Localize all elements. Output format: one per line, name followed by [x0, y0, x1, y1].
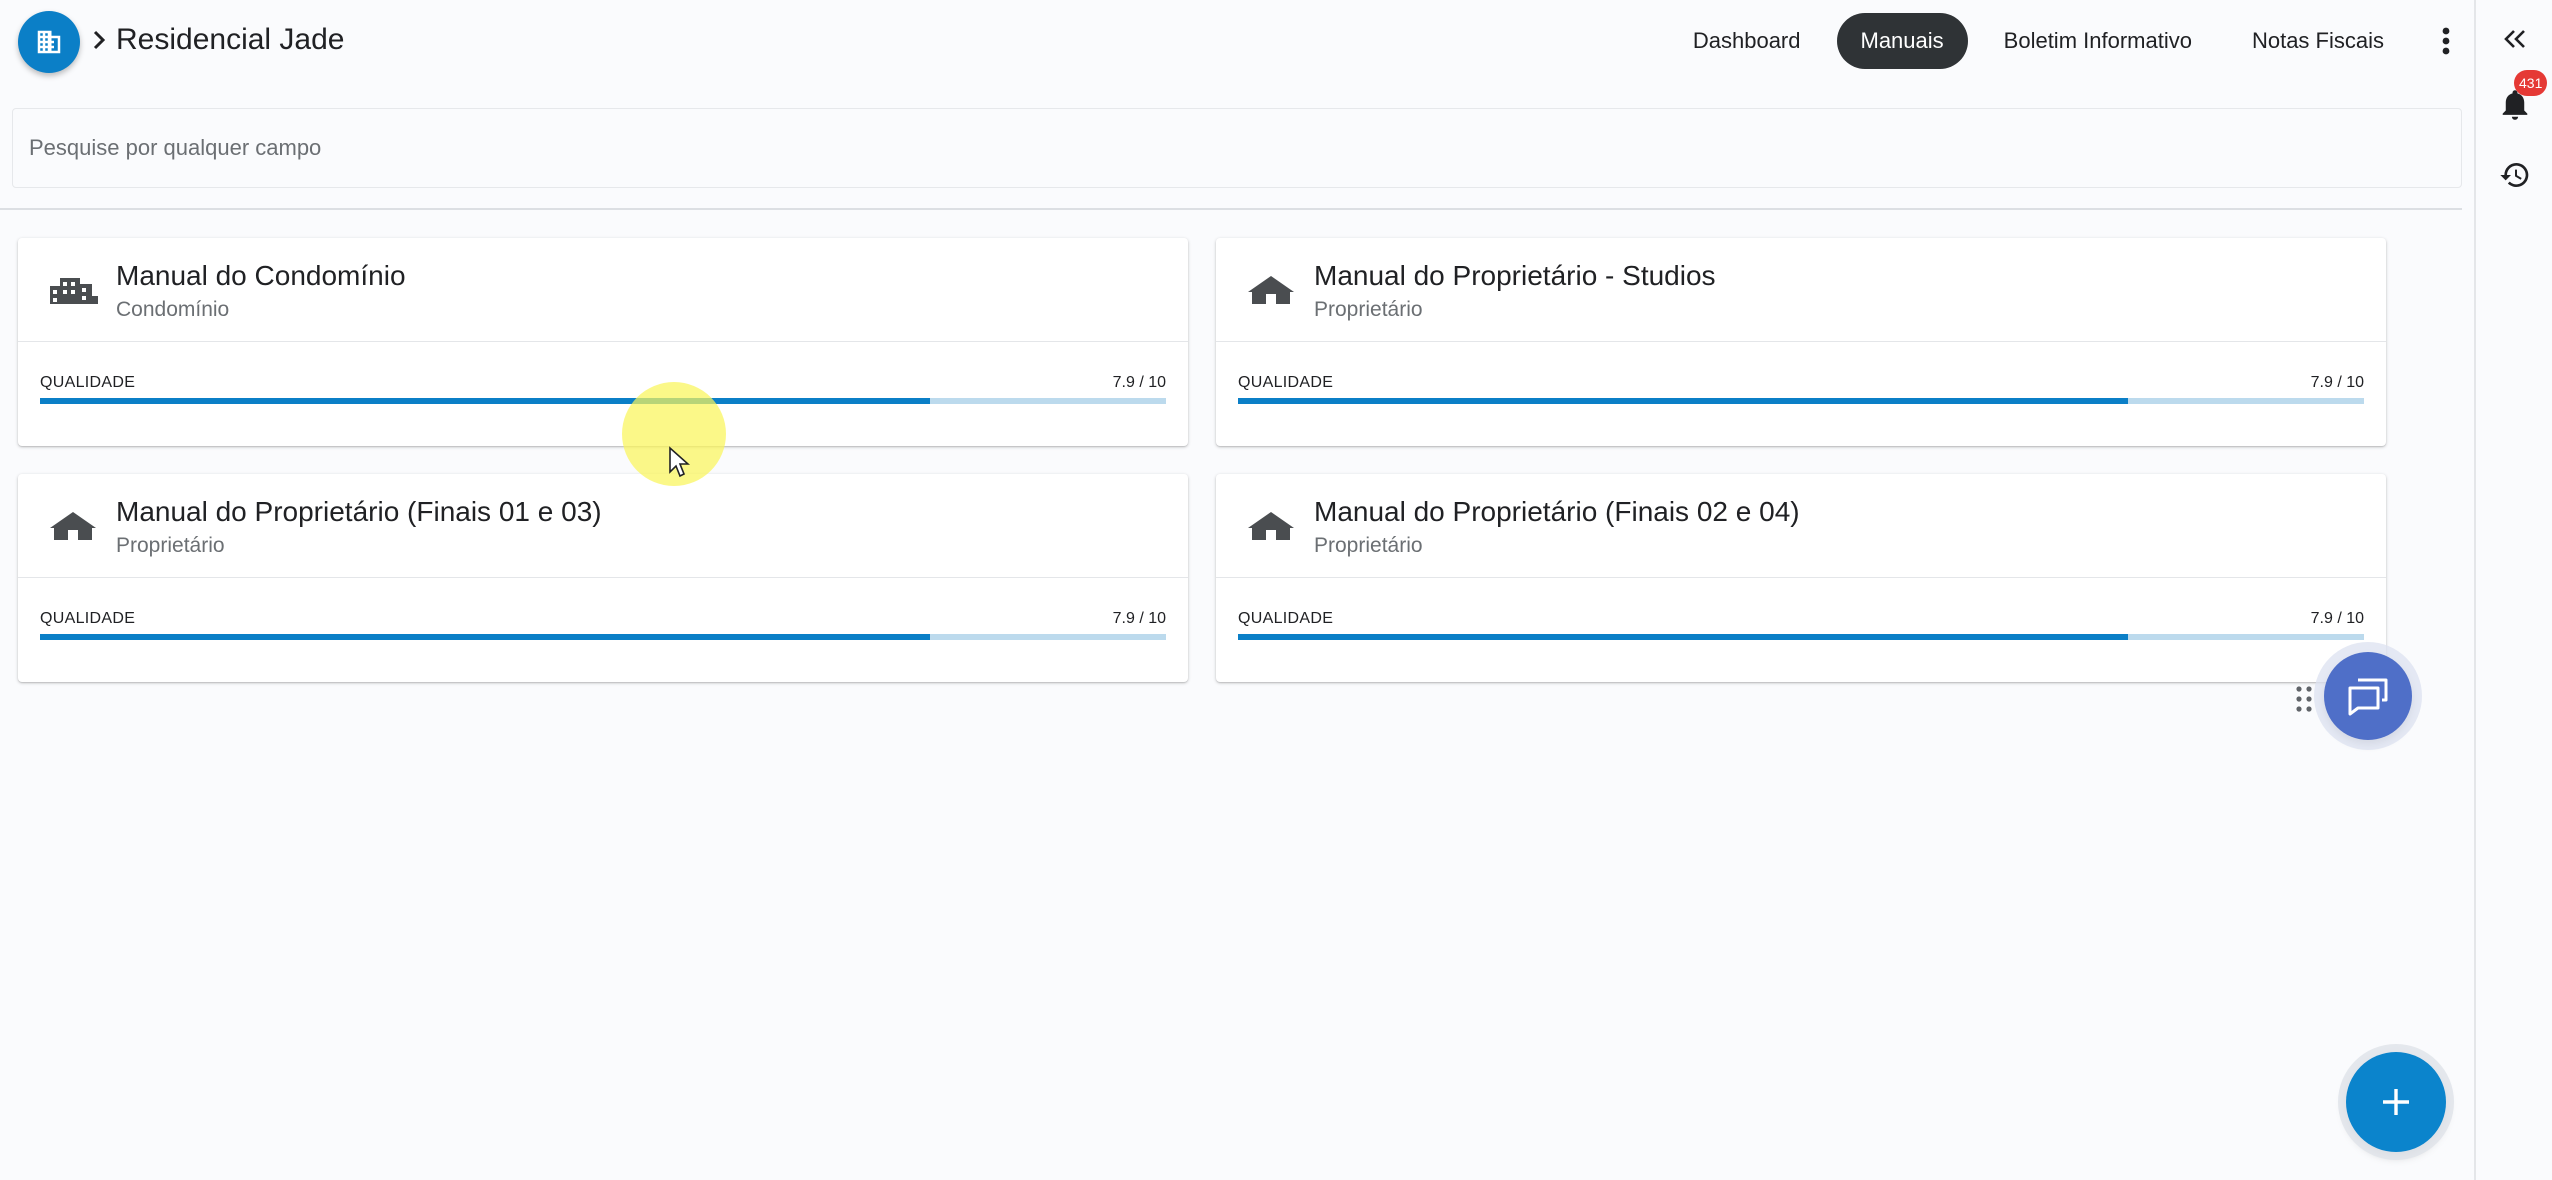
- quality-label: QUALIDADE: [1238, 610, 1334, 627]
- more-vertical-icon: [2442, 27, 2450, 55]
- quality-score: 7.9 / 10: [1112, 610, 1166, 627]
- card-subtitle: Proprietário: [116, 534, 225, 557]
- notification-badge: 431: [2514, 70, 2548, 96]
- card-header: Manual do Proprietário (Finais 01 e 03) …: [18, 474, 1188, 578]
- quality-progress-fill: [40, 398, 930, 404]
- quality-progress-bar: [1238, 398, 2364, 404]
- quality-progress-fill: [1238, 398, 2128, 404]
- card-subtitle: Proprietário: [1314, 298, 1423, 321]
- card-header: Manual do Condomínio Condomínio: [18, 238, 1188, 342]
- quality-label: QUALIDADE: [40, 374, 136, 391]
- buildings-icon: [46, 262, 100, 316]
- quality-progress-bar: [1238, 634, 2364, 640]
- quality-score: 7.9 / 10: [1112, 374, 1166, 391]
- tab-boletim-informativo[interactable]: Boletim Informativo: [1980, 13, 2216, 69]
- card-subtitle: Condomínio: [116, 298, 230, 321]
- drag-dots-icon: [2296, 686, 2312, 712]
- quality-score: 7.9 / 10: [2310, 374, 2364, 391]
- page-title: Residencial Jade: [116, 23, 345, 56]
- chat-icon: [2348, 678, 2388, 716]
- card-subtitle: Proprietário: [1314, 534, 1423, 557]
- quality-score: 7.9 / 10: [2310, 610, 2364, 627]
- quality-label: QUALIDADE: [1238, 374, 1334, 391]
- top-nav: Dashboard Manuais Boletim Informativo No…: [1657, 13, 2474, 69]
- card-title: Manual do Condomínio: [116, 260, 406, 291]
- right-rail: 431: [2474, 0, 2552, 1180]
- collapse-rail-button[interactable]: [2490, 14, 2540, 64]
- house-icon: [1244, 498, 1298, 552]
- double-chevron-left-icon: [2504, 30, 2525, 48]
- add-manual-button[interactable]: [2346, 1052, 2446, 1152]
- tab-dashboard[interactable]: Dashboard: [1669, 13, 1825, 69]
- plus-icon: [2383, 1089, 2409, 1115]
- condominium-logo[interactable]: [18, 11, 80, 73]
- chat-button[interactable]: [2324, 652, 2412, 740]
- card-title: Manual do Proprietário (Finais 02 e 04): [1314, 496, 1800, 527]
- card-header: Manual do Proprietário - Studios Proprie…: [1216, 238, 2386, 342]
- search-input[interactable]: [13, 109, 2461, 187]
- search-box: [12, 108, 2462, 188]
- tab-notas-fiscais[interactable]: Notas Fiscais: [2228, 13, 2408, 69]
- card-header: Manual do Proprietário (Finais 02 e 04) …: [1216, 474, 2386, 578]
- manual-card-studios[interactable]: Manual do Proprietário - Studios Proprie…: [1216, 238, 2386, 446]
- quality-progress-fill: [1238, 634, 2128, 640]
- search-divider: [0, 208, 2462, 210]
- manual-card-condominio[interactable]: Manual do Condomínio Condomínio QUALIDAD…: [18, 238, 1188, 446]
- app-header: Residencial Jade Dashboard Manuais Bolet…: [0, 0, 2474, 80]
- manual-card-finais-01-03[interactable]: Manual do Proprietário (Finais 01 e 03) …: [18, 474, 1188, 682]
- quality-progress-bar: [40, 634, 1166, 640]
- tab-manuais[interactable]: Manuais: [1836, 13, 1968, 69]
- house-icon: [46, 498, 100, 552]
- card-title: Manual do Proprietário - Studios: [1314, 260, 1716, 291]
- quality-label: QUALIDADE: [40, 610, 136, 627]
- house-icon: [1244, 262, 1298, 316]
- more-menu-button[interactable]: [2418, 13, 2474, 69]
- history-button[interactable]: [2490, 150, 2540, 200]
- card-title: Manual do Proprietário (Finais 01 e 03): [116, 496, 602, 527]
- quality-progress-bar: [40, 398, 1166, 404]
- history-icon: [2500, 163, 2529, 187]
- chat-drag-handle[interactable]: [2294, 684, 2314, 714]
- building-icon: [37, 30, 61, 54]
- breadcrumb-separator-icon: [86, 22, 112, 58]
- manual-card-finais-02-04[interactable]: Manual do Proprietário (Finais 02 e 04) …: [1216, 474, 2386, 682]
- quality-progress-fill: [40, 634, 930, 640]
